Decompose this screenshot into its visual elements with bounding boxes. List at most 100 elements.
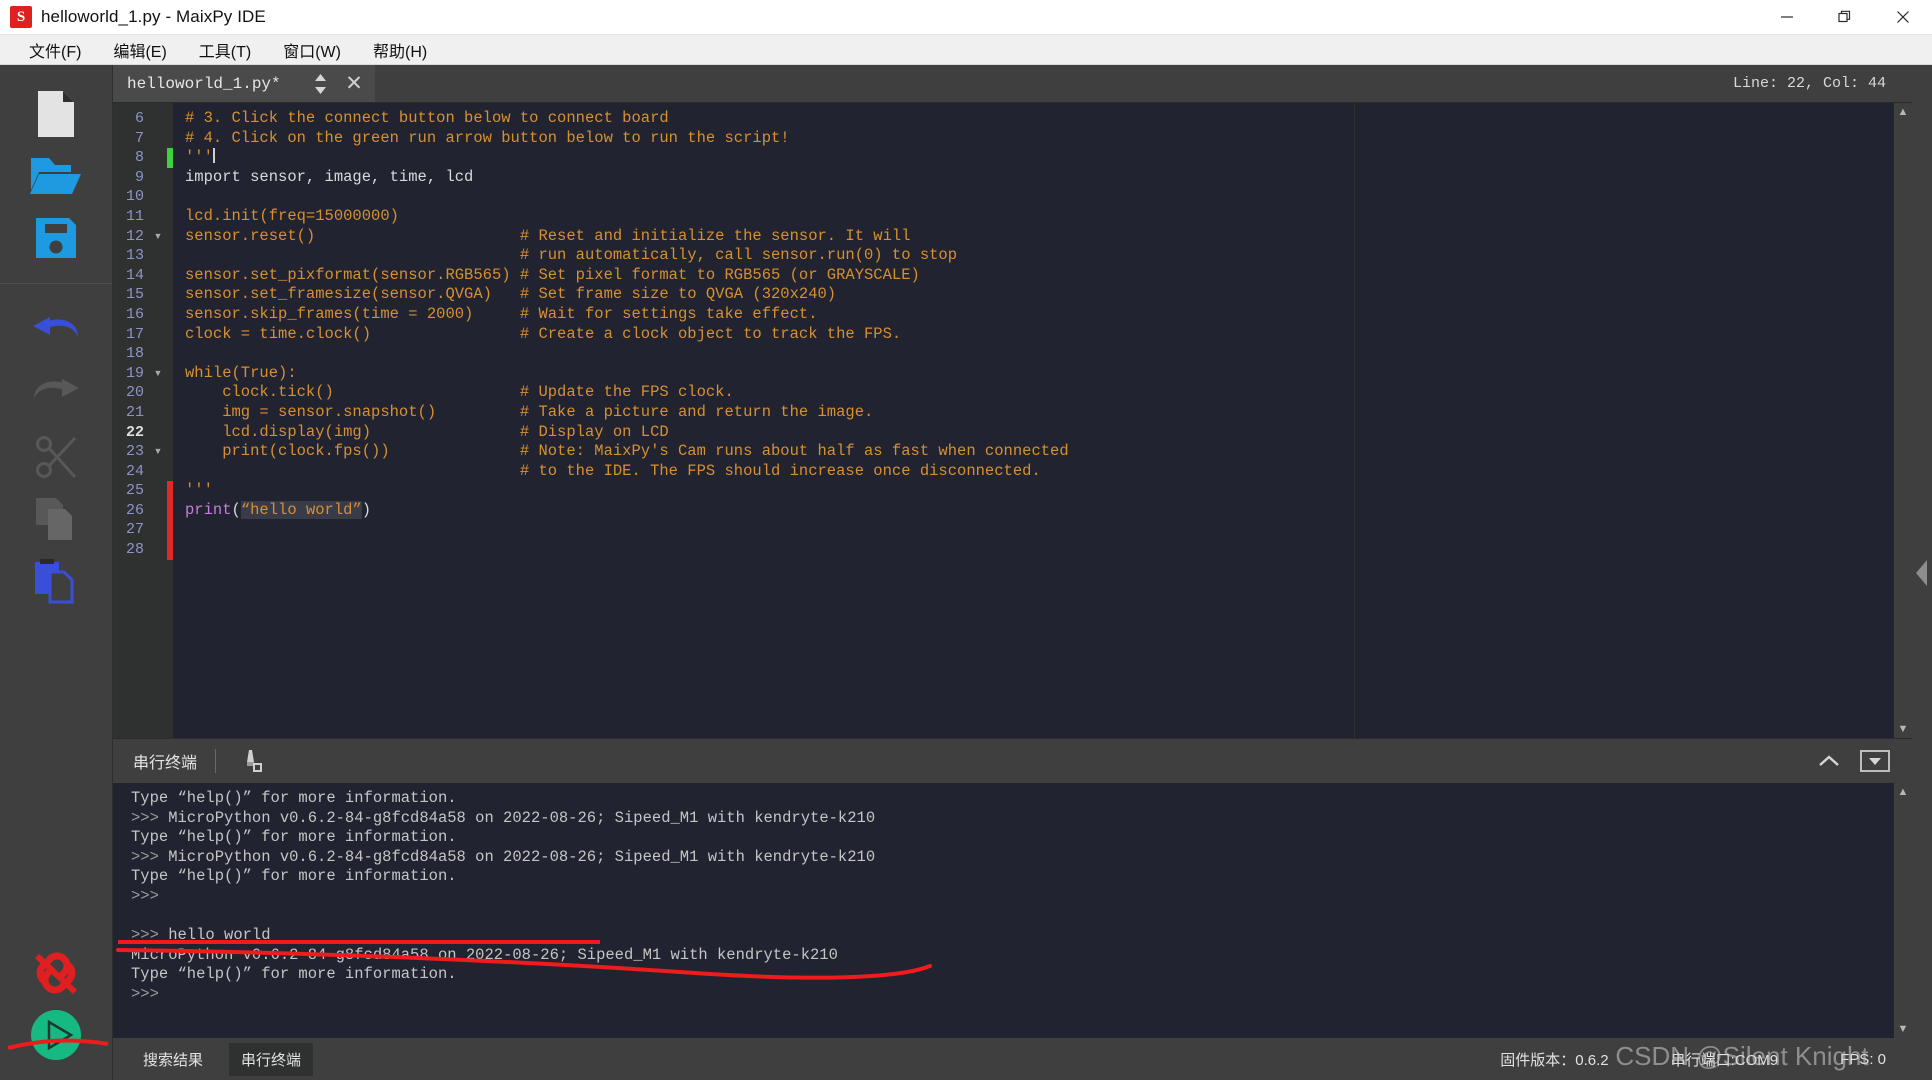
fold-slot — [149, 501, 167, 521]
scrollbar-thumb[interactable] — [1898, 120, 1908, 721]
fold-slot — [149, 423, 167, 443]
fold-slot — [149, 187, 167, 207]
window-controls — [1758, 0, 1932, 35]
line-number: 23 — [125, 443, 144, 461]
fold-slot — [149, 266, 167, 286]
code-line: # to the IDE. The FPS should increase on… — [185, 461, 1041, 480]
terminal-dropdown-button[interactable] — [1860, 750, 1890, 772]
close-button[interactable] — [1874, 0, 1932, 35]
fold-toggle-icon[interactable]: ▼ — [149, 364, 167, 384]
menu-window[interactable]: 窗口(W) — [270, 35, 354, 65]
fold-slot — [149, 344, 167, 364]
open-file-button[interactable] — [20, 145, 92, 207]
editor-split-right-pane — [1354, 103, 1894, 738]
code-line: clock.tick() # Update the FPS clock. — [185, 383, 734, 402]
statusbar-tab-search-results[interactable]: 搜索结果 — [131, 1043, 215, 1076]
minimize-button[interactable] — [1758, 0, 1816, 35]
terminal-line: Type “help()” for more information. — [131, 828, 457, 847]
terminal-line: >>> hello world — [131, 926, 271, 945]
code-line: sensor.reset() # Reset and initialize th… — [185, 226, 911, 245]
terminal-title: 串行终端 — [133, 755, 198, 772]
tab-spinner-icon[interactable] — [307, 65, 333, 102]
code-line: lcd.display(img) # Display on LCD — [185, 422, 669, 441]
paste-icon — [35, 559, 74, 604]
new-file-icon — [38, 91, 74, 137]
tab-close-icon[interactable]: ✕ — [334, 71, 374, 96]
disconnect-button[interactable] — [20, 942, 92, 1004]
code-fold-column[interactable]: ▼ ▼ ▼ — [149, 103, 167, 738]
open-folder-icon — [30, 158, 81, 194]
line-number: 21 — [125, 403, 144, 421]
title-bar: S helloworld_1.py - MaixPy IDE — [0, 0, 1932, 35]
terminal-vertical-scrollbar[interactable]: ▲ ▼ — [1894, 783, 1912, 1038]
fold-toggle-icon[interactable]: ▼ — [149, 442, 167, 462]
file-tool-group — [0, 65, 112, 283]
copy-button[interactable] — [20, 488, 92, 550]
terminal-scrollbar-thumb[interactable] — [1898, 800, 1908, 1021]
line-number: 27 — [125, 521, 144, 539]
editor-vertical-scrollbar[interactable]: ▲ ▼ — [1894, 103, 1912, 738]
line-number: 25 — [125, 482, 144, 500]
terminal-scroll-up-icon[interactable]: ▲ — [1898, 786, 1909, 798]
statusbar-tab-serial-terminal[interactable]: 串行终端 — [229, 1042, 314, 1076]
line-number: 15 — [125, 286, 144, 304]
cut-button[interactable] — [20, 426, 92, 488]
edit-tool-group — [0, 283, 112, 626]
fold-slot — [149, 383, 167, 403]
code-line: # 3. Click the connect button below to c… — [185, 109, 669, 127]
redo-button[interactable] — [20, 364, 92, 426]
run-button[interactable] — [20, 1004, 92, 1066]
terminal-header-actions — [1812, 747, 1912, 775]
editor-tabstrip: helloworld_1.py* ✕ Line: 22, Col: 44 — [113, 65, 1912, 103]
fold-slot — [149, 168, 167, 188]
restore-button[interactable] — [1816, 0, 1874, 35]
terminal-header-divider — [215, 749, 217, 773]
fold-slot — [149, 109, 167, 129]
fold-slot — [149, 403, 167, 423]
fold-slot — [149, 540, 167, 560]
menu-help[interactable]: 帮助(H) — [360, 35, 440, 65]
line-number: 8 — [134, 149, 144, 167]
new-file-button[interactable] — [20, 83, 92, 145]
fold-slot — [149, 285, 167, 305]
menu-tools[interactable]: 工具(T) — [186, 35, 264, 65]
terminal-output[interactable]: Type “help()” for more information. >>> M… — [113, 783, 1894, 1038]
status-bar-info: 固件版本：0.6.2 串行端口:COM9 FPS: 0 — [1500, 1049, 1912, 1070]
code-text-area[interactable]: # 3. Click the connect button below to c… — [173, 103, 1354, 738]
fold-toggle-icon[interactable]: ▼ — [149, 227, 167, 247]
terminal-body: Type “help()” for more information. >>> M… — [113, 783, 1912, 1038]
code-region[interactable]: 6 7 8 9 10 11 12 13 14 15 16 17 18 19 20 21 22 23 24 25 26 27… — [113, 103, 1894, 738]
menu-file[interactable]: 文件(F) — [16, 35, 94, 65]
right-panel-collapse-handle[interactable] — [1912, 65, 1932, 1080]
terminal-collapse-button[interactable] — [1812, 747, 1846, 775]
serial-terminal-panel: 串行终端 Type “help()” for more information.… — [113, 738, 1912, 1038]
code-line: import sensor, image, time, lcd — [185, 167, 474, 186]
terminal-line: Type “help()” for more information. — [131, 965, 457, 984]
paste-button[interactable] — [20, 550, 92, 612]
scroll-up-arrow-icon[interactable]: ▲ — [1898, 106, 1909, 118]
scroll-down-arrow-icon[interactable]: ▼ — [1898, 723, 1909, 735]
code-line: sensor.set_framesize(sensor.QVGA) # Set … — [185, 285, 837, 304]
code-line: ''' — [185, 481, 213, 500]
terminal-scroll-down-icon[interactable]: ▼ — [1898, 1023, 1909, 1035]
line-number: 28 — [125, 541, 144, 559]
cut-scissors-icon — [36, 436, 77, 479]
undo-button[interactable] — [20, 302, 92, 364]
line-number: 24 — [125, 462, 144, 480]
line-number: 9 — [134, 168, 144, 186]
terminal-line: Type “help()” for more information. — [131, 867, 457, 886]
editor-column: helloworld_1.py* ✕ Line: 22, Col: 44 6 7 8… — [113, 65, 1912, 1080]
fps-label: FPS: 0 — [1840, 1050, 1886, 1068]
editor-file-tab[interactable]: helloworld_1.py* ✕ — [113, 65, 375, 102]
fold-slot — [149, 325, 167, 345]
save-file-button[interactable] — [20, 207, 92, 269]
line-number: 14 — [125, 266, 144, 284]
menu-edit[interactable]: 编辑(E) — [100, 35, 179, 65]
terminal-line: >>> — [131, 984, 159, 1003]
serial-port-label: 串行端口:COM9 — [1670, 1051, 1779, 1069]
clear-terminal-button[interactable] — [234, 746, 268, 776]
